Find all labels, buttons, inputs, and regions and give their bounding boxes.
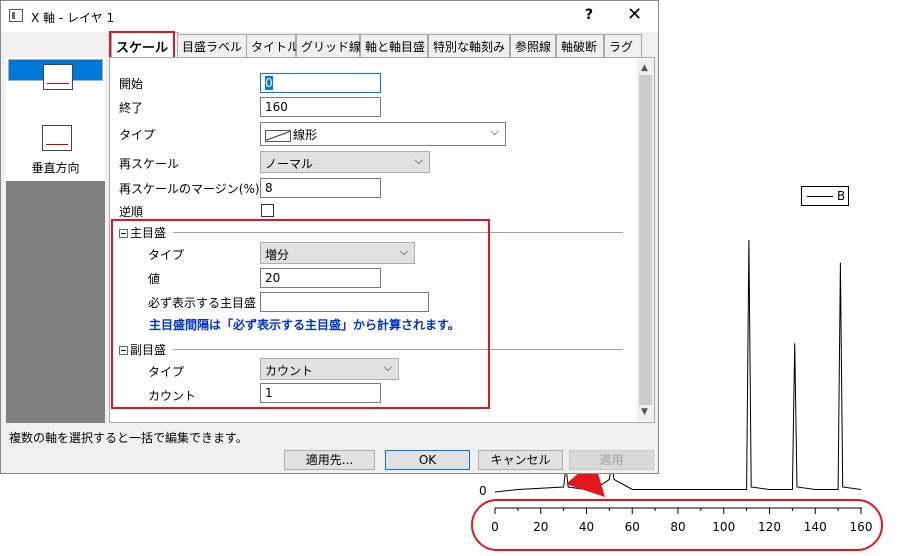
sidebar-item-label: 水平方向	[31, 100, 80, 114]
rescale-label: 再スケール	[119, 157, 180, 171]
vertical-scrollbar[interactable]: ▲ ▼	[637, 59, 654, 421]
sidebar-item-label: 垂直方向	[31, 161, 80, 175]
close-button[interactable]: ✕	[627, 4, 642, 25]
tab-reference-lines[interactable]: 参照線	[510, 34, 556, 58]
type-label: タイプ	[119, 128, 156, 142]
status-text: 複数の軸を選択すると一括で編集できます。	[9, 431, 248, 445]
rescale-select[interactable]: ノーマル ⌵	[260, 151, 430, 173]
app-icon	[9, 9, 23, 22]
window-title: X 軸 - レイヤ 1	[31, 11, 115, 25]
ok-button[interactable]: OK	[385, 450, 470, 470]
sidebar-item-horizontal[interactable]: 水平方向	[8, 59, 103, 114]
scroll-up-icon[interactable]: ▲	[641, 63, 648, 73]
margin-input[interactable]: 8	[260, 178, 381, 198]
cancel-button[interactable]: キャンセル	[478, 450, 563, 470]
reverse-label: 逆順	[119, 205, 144, 219]
linear-scale-icon	[265, 129, 291, 142]
tab-axis-break[interactable]: 軸破断	[556, 34, 604, 58]
end-label: 終了	[119, 101, 144, 115]
tab-grid-lines[interactable]: グリッド線	[296, 34, 361, 58]
scroll-down-icon[interactable]: ▼	[641, 407, 648, 417]
scale-type-select[interactable]: 線形 ⌵	[260, 122, 506, 146]
scroll-thumb[interactable]	[639, 75, 652, 405]
chevron-down-icon: ⌵	[490, 125, 499, 138]
sidebar-item-vertical[interactable]: 垂直方向	[8, 121, 103, 181]
tab-axis-ticks[interactable]: 軸と軸目盛	[360, 34, 428, 58]
vertical-axis-icon	[42, 125, 72, 151]
horizontal-axis-icon	[43, 64, 73, 90]
axis-direction-list: 水平方向 垂直方向	[6, 57, 105, 423]
margin-label: 再スケールのマージン(%)	[119, 182, 260, 196]
tab-rug[interactable]: ラグ	[604, 34, 642, 58]
apply-to-button[interactable]: 適用先...	[284, 450, 375, 470]
tab-title[interactable]: タイトル	[246, 34, 299, 58]
end-input[interactable]: 160	[260, 97, 381, 117]
apply-button[interactable]: 適用	[569, 450, 654, 470]
screenshot: 0 0 20 40 60 80 100 120 140 160 B X 軸 - レイヤ 1 ? …	[0, 0, 914, 556]
ticks-highlight	[111, 219, 490, 409]
start-input[interactable]: 0	[260, 73, 381, 93]
tab-special-ticks[interactable]: 特別な軸刻み	[428, 34, 510, 58]
title-bar: X 軸 - レイヤ 1 ? ✕	[1, 1, 658, 32]
help-button[interactable]: ?	[585, 7, 593, 23]
chevron-down-icon: ⌵	[414, 154, 423, 167]
tab-tick-labels[interactable]: 目盛ラベル	[177, 34, 247, 58]
axis-dialog: X 軸 - レイヤ 1 ? ✕ 水平方向 垂直方向 スケール 目盛ラベル タイト…	[0, 0, 659, 474]
start-label: 開始	[119, 77, 144, 91]
reverse-checkbox[interactable]	[261, 204, 274, 217]
